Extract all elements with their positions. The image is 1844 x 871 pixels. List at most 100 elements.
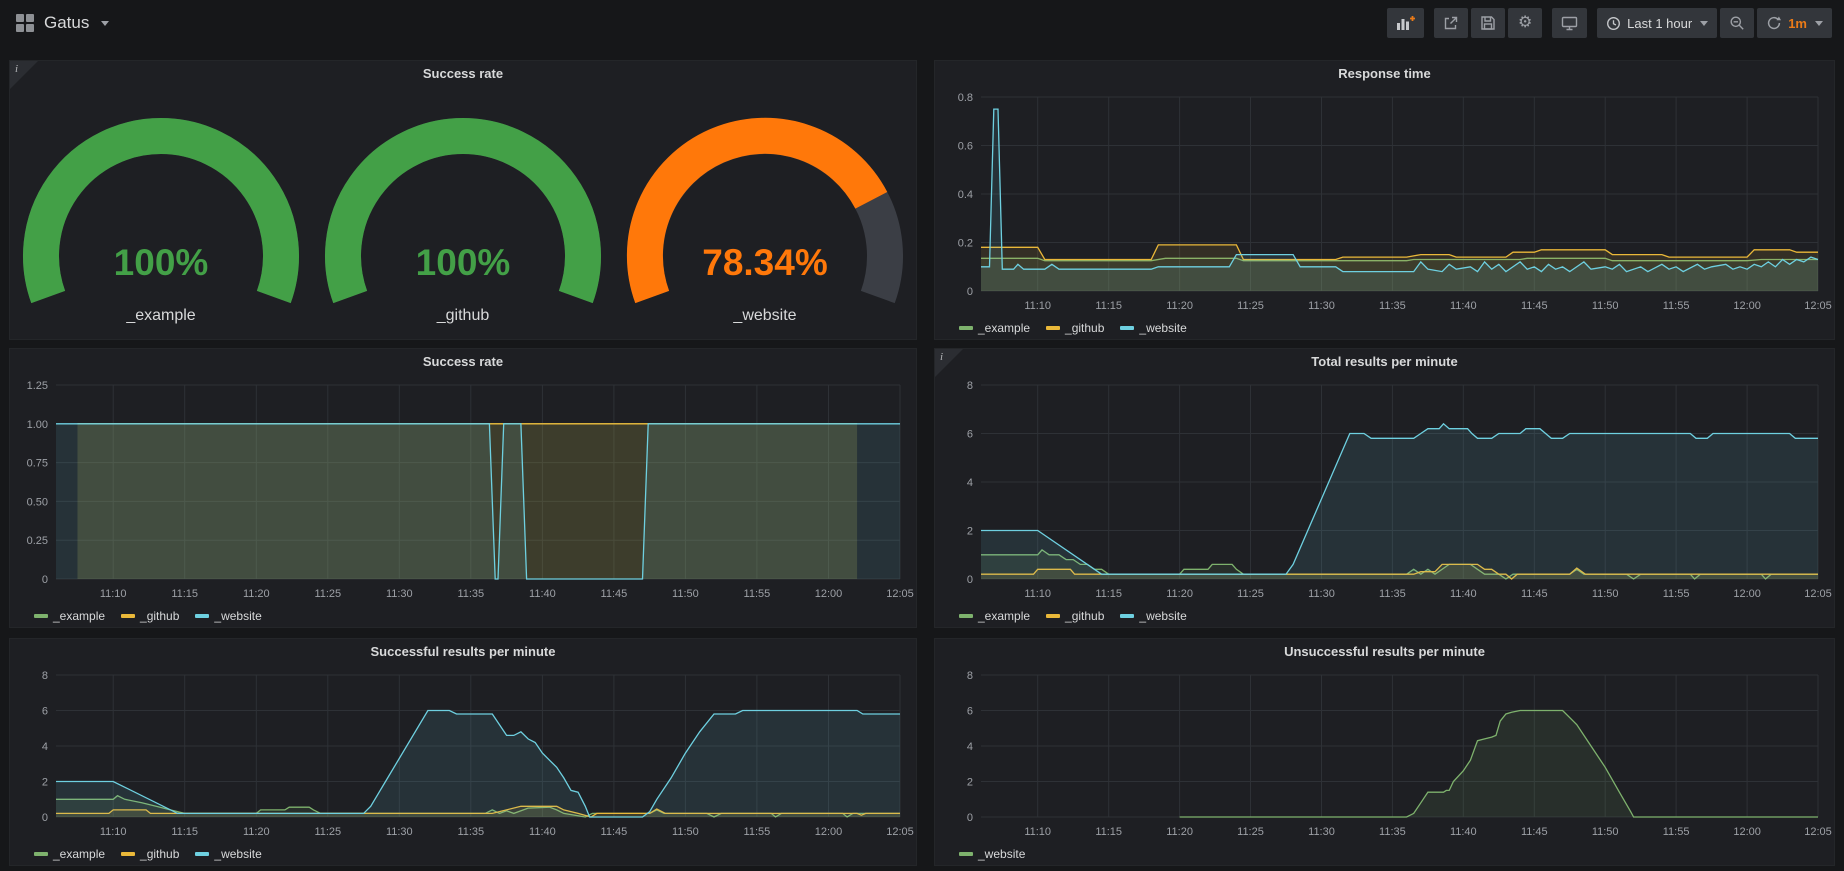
legend-swatch (1120, 614, 1134, 618)
svg-text:0: 0 (967, 286, 973, 298)
panel-title[interactable]: Unsuccessful results per minute (935, 639, 1834, 665)
svg-text:11:40: 11:40 (529, 826, 556, 838)
svg-text:11:30: 11:30 (1308, 300, 1335, 312)
zoom-out-button[interactable] (1720, 8, 1754, 38)
svg-text:4: 4 (42, 741, 48, 753)
gauge-value: 78.34% (702, 242, 828, 283)
legend-swatch (959, 852, 973, 856)
gauge-label: _github (437, 307, 490, 325)
gauge-label: _example (126, 307, 195, 325)
svg-text:11:25: 11:25 (1237, 826, 1264, 838)
chart-legend: _example _github _website (935, 605, 1834, 627)
svg-text:1.00: 1.00 (27, 419, 48, 431)
svg-text:8: 8 (967, 380, 973, 392)
svg-text:11:25: 11:25 (314, 588, 341, 600)
gauge-label: _website (733, 307, 796, 325)
legend-item-_website[interactable]: _website (959, 847, 1025, 861)
svg-text:2: 2 (967, 777, 973, 789)
legend-item-_example[interactable]: _example (34, 847, 105, 861)
svg-text:11:30: 11:30 (386, 826, 413, 838)
svg-text:11:50: 11:50 (1592, 588, 1619, 600)
chart-legend: _website (935, 843, 1834, 865)
legend-item-_example[interactable]: _example (959, 609, 1030, 623)
svg-text:2: 2 (42, 777, 48, 789)
svg-text:11:10: 11:10 (1024, 588, 1051, 600)
legend-swatch (195, 852, 209, 856)
legend-swatch (1046, 326, 1060, 330)
svg-text:11:45: 11:45 (1521, 826, 1548, 838)
svg-text:6: 6 (967, 429, 973, 441)
svg-text:12:05: 12:05 (886, 588, 914, 600)
panel-title[interactable]: Total results per minute (935, 349, 1834, 375)
panel-success-rate-gauges: i Success rate 100%_example100%_github78… (9, 60, 917, 340)
svg-text:11:50: 11:50 (1592, 300, 1619, 312)
panel-response-time: Response time 11:1011:1511:2011:2511:301… (934, 60, 1835, 340)
legend-swatch (1120, 326, 1134, 330)
legend-swatch (959, 326, 973, 330)
legend-item-_github[interactable]: _github (1046, 321, 1104, 335)
tv-mode-button[interactable] (1552, 8, 1587, 38)
svg-text:11:45: 11:45 (601, 826, 628, 838)
panel-title[interactable]: Successful results per minute (10, 639, 916, 665)
svg-text:11:45: 11:45 (1521, 300, 1548, 312)
panel-info-icon[interactable]: i (935, 349, 963, 377)
gauge-row: 100%_example100%_github78.34%_website (10, 87, 916, 325)
legend-item-_github[interactable]: _github (121, 609, 179, 623)
chart-legend: _example _github _website (10, 843, 916, 865)
legend-item-_example[interactable]: _example (34, 609, 105, 623)
panel-title[interactable]: Success rate (10, 61, 916, 87)
panel-total-results: i Total results per minute 11:1011:1511:… (934, 348, 1835, 628)
panel-info-icon[interactable]: i (10, 61, 38, 89)
apps-grid-icon[interactable] (16, 14, 34, 32)
svg-text:0: 0 (967, 574, 973, 586)
svg-text:11:55: 11:55 (744, 588, 771, 600)
chart-plot: 11:1011:1511:2011:2511:3011:3511:4011:45… (10, 665, 914, 843)
svg-text:6: 6 (42, 706, 48, 718)
refresh-button[interactable]: 1m (1757, 8, 1832, 38)
svg-text:12:00: 12:00 (1733, 826, 1761, 838)
svg-text:4: 4 (967, 741, 973, 753)
gauge-arc: 100% (312, 93, 614, 305)
svg-text:12:00: 12:00 (1733, 588, 1761, 600)
svg-text:6: 6 (967, 706, 973, 718)
svg-text:11:25: 11:25 (314, 826, 341, 838)
svg-text:11:25: 11:25 (1237, 588, 1264, 600)
add-panel-button[interactable] (1387, 8, 1424, 38)
svg-text:12:05: 12:05 (1804, 826, 1832, 838)
save-button[interactable] (1471, 8, 1505, 38)
panel-title[interactable]: Response time (935, 61, 1834, 87)
svg-text:8: 8 (967, 670, 973, 682)
svg-text:12:00: 12:00 (1733, 300, 1761, 312)
share-button[interactable] (1434, 8, 1468, 38)
legend-item-_website[interactable]: _website (1120, 609, 1186, 623)
legend-item-_website[interactable]: _website (195, 609, 261, 623)
svg-text:11:50: 11:50 (672, 826, 699, 838)
save-icon (1480, 15, 1496, 31)
legend-item-_github[interactable]: _github (1046, 609, 1104, 623)
chart-legend: _example _github _website (10, 605, 916, 627)
dashboard-title[interactable]: Gatus (44, 13, 89, 33)
svg-text:11:55: 11:55 (744, 826, 771, 838)
refresh-icon (1766, 15, 1782, 31)
svg-text:12:00: 12:00 (815, 588, 843, 600)
monitor-icon (1561, 15, 1578, 31)
svg-text:0.4: 0.4 (958, 189, 973, 201)
svg-text:12:05: 12:05 (1804, 300, 1832, 312)
legend-item-_website[interactable]: _website (195, 847, 261, 861)
svg-text:11:45: 11:45 (601, 588, 628, 600)
chart-plot: 11:1011:1511:2011:2511:3011:3511:4011:45… (935, 665, 1832, 843)
svg-text:11:30: 11:30 (1308, 826, 1335, 838)
svg-text:11:10: 11:10 (100, 826, 127, 838)
legend-item-_website[interactable]: _website (1120, 321, 1186, 335)
legend-swatch (121, 614, 135, 618)
chevron-down-icon (1700, 21, 1708, 26)
chart-legend: _example _github _website (935, 317, 1834, 339)
legend-item-_example[interactable]: _example (959, 321, 1030, 335)
panel-title[interactable]: Success rate (10, 349, 916, 375)
settings-button[interactable]: ⚙ (1508, 8, 1542, 38)
time-range-picker[interactable]: Last 1 hour (1597, 8, 1717, 38)
chevron-down-icon[interactable] (101, 21, 109, 26)
gear-icon: ⚙ (1518, 15, 1532, 31)
chevron-down-icon (1815, 21, 1823, 26)
legend-item-_github[interactable]: _github (121, 847, 179, 861)
